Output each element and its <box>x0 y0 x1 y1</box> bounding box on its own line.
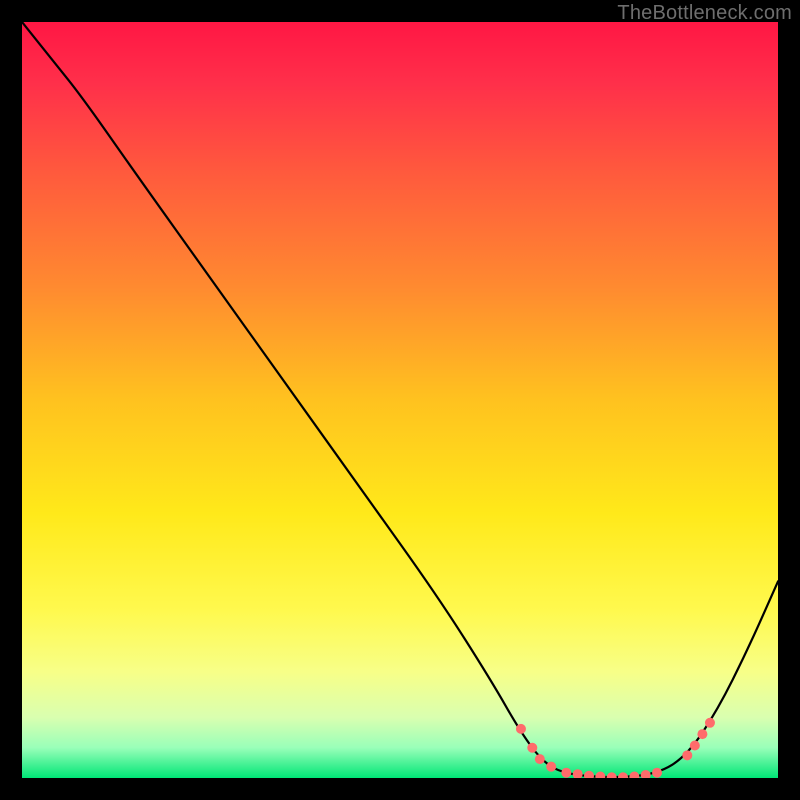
chart-marker <box>705 718 715 728</box>
chart-svg <box>22 22 778 778</box>
chart-marker <box>697 729 707 739</box>
watermark-label: TheBottleneck.com <box>617 2 792 25</box>
chart-marker <box>561 768 571 778</box>
chart-frame: TheBottleneck.com <box>0 0 800 800</box>
chart-marker <box>546 762 556 772</box>
chart-background <box>22 22 778 778</box>
chart-marker <box>516 724 526 734</box>
chart-marker <box>690 740 700 750</box>
chart-marker <box>535 754 545 764</box>
chart-marker <box>652 768 662 778</box>
chart-marker <box>682 750 692 760</box>
chart-plot-area <box>22 22 778 778</box>
chart-marker <box>527 743 537 753</box>
